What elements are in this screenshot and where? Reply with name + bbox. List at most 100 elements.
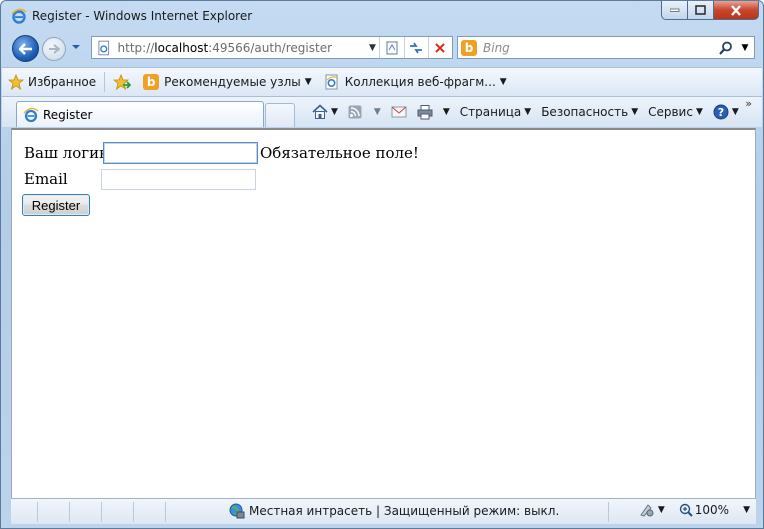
stop-button[interactable] (429, 37, 452, 58)
tools-menu[interactable]: Сервис ▼ (643, 105, 708, 119)
address-bar[interactable]: http://localhost:49566/auth/register ▼ (91, 36, 453, 59)
tab-label: Register (43, 107, 93, 122)
new-tab-button[interactable] (265, 103, 295, 127)
divider (37, 502, 38, 522)
window-title: Register - Windows Internet Explorer (32, 9, 253, 23)
home-icon (312, 104, 328, 119)
compatibility-view-icon (386, 41, 398, 54)
ie-page-icon (325, 74, 338, 90)
close-icon (731, 4, 741, 16)
close-button[interactable] (714, 1, 759, 20)
safety-menu[interactable]: Безопасность ▼ (536, 105, 643, 119)
forward-button[interactable] (42, 37, 66, 61)
rss-feed-icon (348, 105, 362, 119)
command-bar: ▼ ▼ ▼ Страница ▼ Безопасность ▼ Сервис ▼… (307, 101, 744, 123)
chevron-down-icon: ▼ (304, 77, 312, 87)
search-button[interactable] (716, 41, 736, 55)
address-host: localhost (154, 40, 209, 55)
address-prefix: http:// (117, 40, 155, 55)
search-placeholder[interactable]: Bing (483, 41, 716, 55)
compatibility-view-button[interactable] (380, 37, 403, 58)
search-icon (719, 41, 732, 55)
divider (608, 502, 609, 522)
favorites-button[interactable]: Избранное (2, 71, 102, 93)
protected-mode-button[interactable]: ▼ (638, 503, 665, 517)
intranet-zone-icon (229, 503, 245, 519)
add-favorite-icon (113, 74, 132, 90)
chevron-down-icon: ▼ (499, 77, 507, 87)
divider (104, 72, 106, 92)
ie-logo-icon (11, 8, 27, 24)
web-slice-gallery-link[interactable]: Коллекция веб-фрагм... ▼ (318, 71, 513, 93)
page-menu[interactable]: Страница ▼ (455, 105, 536, 119)
tab-register[interactable]: Register (16, 101, 264, 127)
more-commands-icon[interactable]: » (745, 97, 752, 110)
zone-text: Местная интрасеть | Защищенный режим: вы… (249, 504, 560, 518)
chevron-down-icon[interactable]: ▼ (443, 107, 450, 117)
feeds-button[interactable]: ▼ (343, 105, 386, 119)
login-row: Ваш логин (24, 142, 109, 164)
stop-icon (435, 42, 446, 53)
minimize-icon (669, 8, 679, 12)
maximize-button[interactable] (688, 1, 714, 20)
arrow-right-icon (49, 44, 60, 54)
status-bar: Местная интрасеть | Защищенный режим: вы… (11, 498, 756, 524)
divider (133, 502, 134, 522)
svg-text:?: ? (718, 106, 724, 119)
protected-mode-icon (640, 504, 654, 517)
email-label: Email (24, 170, 68, 188)
chevron-down-icon: ▼ (631, 107, 639, 117)
help-button[interactable]: ? ▼ (708, 104, 744, 120)
browser-window: Register - Windows Internet Explorer htt… (0, 0, 764, 529)
window-controls (661, 1, 759, 20)
tab-command-bar: Register ▼ ▼ ▼ Страница ▼ Безопасность ▼… (2, 97, 762, 127)
chevron-down-icon: ▼ (743, 505, 750, 515)
address-dropdown-icon[interactable]: ▼ (366, 43, 380, 53)
search-dropdown-icon[interactable]: ▼ (736, 43, 754, 53)
zoom-icon (679, 503, 693, 517)
web-slice-gallery-label: Коллекция веб-фрагм... (344, 75, 496, 89)
chevron-down-icon[interactable]: ▼ (331, 107, 338, 117)
ie-page-icon (23, 107, 39, 122)
minimize-button[interactable] (661, 1, 688, 20)
page-menu-label: Страница (459, 105, 522, 119)
email-input[interactable] (101, 169, 256, 190)
refresh-icon (410, 42, 423, 53)
chevron-down-icon: ▼ (731, 107, 739, 117)
safety-menu-label: Безопасность (541, 105, 629, 119)
address-url[interactable]: http://localhost:49566/auth/register (118, 41, 366, 55)
zoom-button[interactable]: 100% ▼ (679, 503, 750, 517)
security-zone[interactable]: Местная интрасеть | Защищенный режим: вы… (229, 503, 559, 519)
favorites-label: Избранное (28, 75, 97, 89)
chevron-down-icon: ▼ (695, 107, 703, 117)
favorites-bar: Избранное b Рекомендуемые узлы ▼ Коллекц… (2, 67, 762, 97)
add-to-favorites-bar-button[interactable] (107, 71, 137, 93)
read-mail-button[interactable] (386, 106, 412, 118)
arrow-left-icon (18, 42, 32, 55)
search-box[interactable]: b Bing ▼ (457, 36, 755, 59)
suggested-sites-link[interactable]: b Рекомендуемые узлы ▼ (137, 71, 318, 93)
address-path: :49566/auth/register (208, 40, 333, 55)
history-dropdown-icon[interactable] (71, 44, 81, 50)
maximize-icon (695, 5, 706, 15)
print-button[interactable]: ▼ (412, 104, 455, 120)
divider (69, 502, 70, 522)
divider (101, 502, 102, 522)
page-icon (98, 40, 110, 55)
tools-menu-label: Сервис (648, 105, 693, 119)
chevron-down-icon[interactable]: ▼ (374, 107, 381, 117)
login-input[interactable] (103, 142, 258, 164)
bing-icon: b (143, 74, 160, 90)
suggested-sites-label: Рекомендуемые узлы (164, 75, 301, 89)
back-button[interactable] (12, 35, 39, 62)
home-button[interactable]: ▼ (307, 104, 343, 120)
star-icon (8, 74, 24, 90)
chevron-down-icon: ▼ (657, 505, 665, 515)
bing-icon: b (461, 39, 477, 56)
divider (165, 502, 166, 522)
register-button[interactable]: Register (22, 194, 90, 216)
title-bar: Register - Windows Internet Explorer (1, 1, 763, 31)
printer-icon (417, 105, 433, 120)
login-label: Ваш логин (24, 144, 110, 162)
refresh-button[interactable] (405, 37, 428, 58)
